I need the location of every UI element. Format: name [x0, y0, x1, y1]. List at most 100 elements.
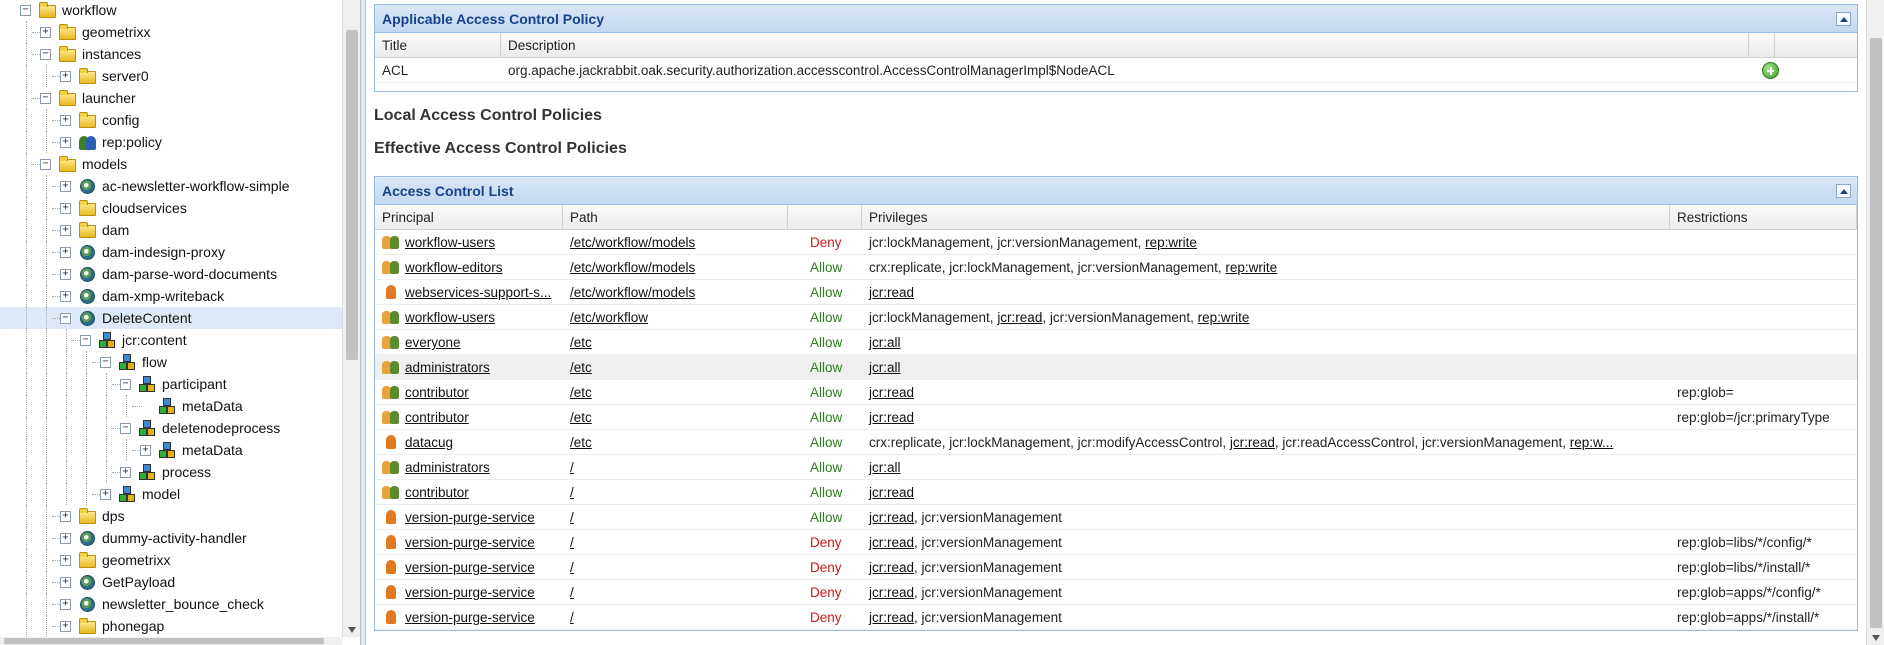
- collapse-icon[interactable]: −: [60, 313, 71, 324]
- table-row[interactable]: workflow-users/etc/workflow/models Deny jc…: [375, 230, 1857, 255]
- principal-link[interactable]: workflow-editors: [405, 260, 503, 275]
- tree-node[interactable]: + dummy-activity-handler: [0, 527, 342, 549]
- scroll-down-arrow-icon[interactable]: [1872, 635, 1880, 641]
- column-header-access[interactable]: [788, 205, 862, 230]
- principal-link[interactable]: version-purge-service: [405, 510, 535, 525]
- column-header-privileges[interactable]: Privileges: [862, 205, 1670, 230]
- expand-icon[interactable]: +: [140, 445, 151, 456]
- privilege-link[interactable]: jcr:all: [869, 335, 901, 350]
- path-link[interactable]: /etc: [570, 335, 592, 350]
- collapse-icon[interactable]: −: [40, 93, 51, 104]
- expand-icon[interactable]: +: [60, 203, 71, 214]
- path-link[interactable]: /: [570, 535, 574, 550]
- tree-node-label[interactable]: instances: [82, 43, 141, 65]
- tree-node-label[interactable]: jcr:content: [122, 329, 187, 351]
- principal-link[interactable]: workflow-users: [405, 235, 495, 250]
- principal-link[interactable]: contributor: [405, 410, 469, 425]
- table-row[interactable]: administrators / Allow jcr:all: [375, 455, 1857, 480]
- privilege-link[interactable]: jcr:all: [869, 460, 901, 475]
- collapse-icon[interactable]: −: [80, 335, 91, 346]
- expand-icon[interactable]: +: [60, 555, 71, 566]
- table-row[interactable]: version-purge-service / Deny jcr:read, jcr:…: [375, 555, 1857, 580]
- expand-icon[interactable]: +: [60, 115, 71, 126]
- expand-icon[interactable]: +: [60, 225, 71, 236]
- tree-node-label[interactable]: metaData: [182, 395, 243, 417]
- privilege-link[interactable]: rep:write: [1225, 260, 1277, 275]
- tree-node-label[interactable]: dummy-activity-handler: [102, 527, 247, 549]
- principal-link[interactable]: version-purge-service: [405, 560, 535, 575]
- privilege-link[interactable]: jcr:read: [869, 410, 914, 425]
- tree-node[interactable]: + phonegap: [0, 615, 342, 637]
- principal-link[interactable]: everyone: [405, 335, 461, 350]
- tree-node[interactable]: − workflow: [0, 0, 342, 21]
- table-row[interactable]: workflow-editors/etc/workflow/models Allo…: [375, 255, 1857, 280]
- principal-link[interactable]: administrators: [405, 360, 490, 375]
- table-row[interactable]: everyone/etc Allow jcr:all: [375, 330, 1857, 355]
- tree-node-label[interactable]: models: [82, 153, 127, 175]
- tree-node-label[interactable]: geometrixx: [102, 549, 170, 571]
- tree-node[interactable]: metaData: [0, 395, 342, 417]
- expand-icon[interactable]: +: [60, 621, 71, 632]
- tree-node-label[interactable]: participant: [162, 373, 227, 395]
- column-header-title[interactable]: Title: [375, 33, 501, 58]
- principal-link[interactable]: datacug: [405, 435, 453, 450]
- privilege-link[interactable]: rep:write: [1198, 310, 1250, 325]
- expand-icon[interactable]: +: [60, 533, 71, 544]
- table-row[interactable]: ACL org.apache.jackrabbit.oak.security.a…: [375, 58, 1857, 83]
- expand-icon[interactable]: +: [60, 511, 71, 522]
- expand-icon[interactable]: +: [100, 489, 111, 500]
- table-row[interactable]: version-purge-service / Allow jcr:read, jcr…: [375, 505, 1857, 530]
- add-policy-icon[interactable]: [1762, 62, 1779, 79]
- tree-node[interactable]: + geometrixx: [0, 21, 342, 43]
- privilege-link[interactable]: jcr:read: [997, 310, 1042, 325]
- tree-node[interactable]: + dam: [0, 219, 342, 241]
- collapse-icon[interactable]: −: [120, 423, 131, 434]
- table-row[interactable]: contributor / Allow jcr:read: [375, 480, 1857, 505]
- tree-node[interactable]: − jcr:content: [0, 329, 342, 351]
- privilege-link[interactable]: jcr:read: [869, 510, 914, 525]
- table-row[interactable]: contributor/etc Allow jcr:read rep:glob=/jc…: [375, 405, 1857, 430]
- expand-icon[interactable]: +: [60, 269, 71, 280]
- privilege-link[interactable]: rep:write: [1145, 235, 1197, 250]
- path-link[interactable]: /etc: [570, 435, 592, 450]
- expand-icon[interactable]: +: [60, 291, 71, 302]
- tree-node-label[interactable]: GetPayload: [102, 571, 175, 593]
- path-link[interactable]: /etc/workflow/models: [570, 235, 695, 250]
- tree-node[interactable]: + GetPayload: [0, 571, 342, 593]
- tree-node-label[interactable]: flow: [142, 351, 167, 373]
- path-link[interactable]: /: [570, 585, 574, 600]
- path-link[interactable]: /etc/workflow: [570, 310, 648, 325]
- table-row[interactable]: workflow-users/etc/workflow Allow jcr:lock…: [375, 305, 1857, 330]
- tree-node[interactable]: − launcher: [0, 87, 342, 109]
- path-link[interactable]: /etc: [570, 410, 592, 425]
- tree-node-label[interactable]: metaData: [182, 439, 243, 461]
- tree-node[interactable]: − DeleteContent: [0, 307, 342, 329]
- tree-hscroll-thumb[interactable]: [4, 638, 324, 644]
- tree-node[interactable]: + geometrixx: [0, 549, 342, 571]
- tree-node-label[interactable]: cloudservices: [102, 197, 187, 219]
- tree-node-label[interactable]: geometrixx: [82, 21, 150, 43]
- privilege-link[interactable]: jcr:read: [1230, 435, 1275, 450]
- path-link[interactable]: /etc: [570, 385, 592, 400]
- tree-node-label[interactable]: config: [102, 109, 139, 131]
- expand-icon[interactable]: +: [60, 247, 71, 258]
- tree-node[interactable]: + dam-parse-word-documents: [0, 263, 342, 285]
- collapse-icon[interactable]: −: [100, 357, 111, 368]
- content-vertical-scrollbar[interactable]: [1866, 0, 1884, 645]
- tree-node-label[interactable]: dam: [102, 219, 129, 241]
- tree-node[interactable]: + process: [0, 461, 342, 483]
- tree-node-label[interactable]: dam-xmp-writeback: [102, 285, 224, 307]
- expand-icon[interactable]: +: [60, 71, 71, 82]
- tree-node-label[interactable]: server0: [102, 65, 149, 87]
- principal-link[interactable]: workflow-users: [405, 310, 495, 325]
- expand-icon[interactable]: +: [60, 577, 71, 588]
- tree-node-label[interactable]: dam-indesign-proxy: [102, 241, 225, 263]
- tree-node[interactable]: + server0: [0, 65, 342, 87]
- table-row[interactable]: version-purge-service / Deny jcr:read, jcr:…: [375, 580, 1857, 605]
- collapse-panel-button[interactable]: [1836, 184, 1851, 198]
- privilege-link[interactable]: jcr:read: [869, 560, 914, 575]
- tree-node-label[interactable]: deletenodeprocess: [162, 417, 280, 439]
- principal-link[interactable]: version-purge-service: [405, 535, 535, 550]
- privilege-link[interactable]: jcr:read: [869, 610, 914, 625]
- tree-node-label[interactable]: model: [142, 483, 180, 505]
